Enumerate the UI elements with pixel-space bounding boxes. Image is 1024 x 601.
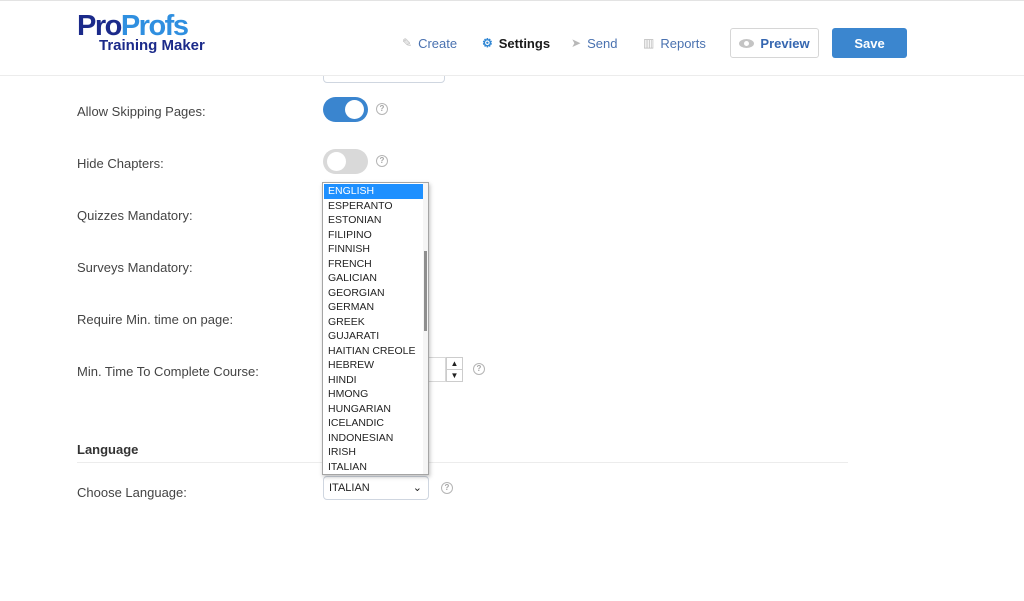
dropdown-scrollbar-thumb[interactable] (424, 251, 427, 331)
language-option[interactable]: FINNISH (324, 242, 426, 257)
gear-icon: ⚙ (482, 36, 493, 50)
nav-send-label: Send (587, 35, 618, 51)
language-option[interactable]: HINDI (324, 373, 426, 388)
chevron-down-icon: ⌄ (412, 482, 422, 494)
hide-chapters-toggle[interactable] (323, 149, 368, 174)
min-time-complete-label: Min. Time To Complete Course: (77, 364, 259, 379)
logo-subtitle: Training Maker (99, 37, 205, 54)
dropdown-scrollbar[interactable] (423, 183, 428, 474)
allow-skipping-pages-label: Allow Skipping Pages: (77, 104, 206, 119)
surveys-mandatory-label: Surveys Mandatory: (77, 260, 193, 275)
language-option[interactable]: ICELANDIC (324, 416, 426, 431)
preview-label: Preview (760, 35, 810, 51)
nav-reports-label: Reports (660, 35, 706, 51)
language-option[interactable]: FILIPINO (324, 228, 426, 243)
help-icon[interactable]: ? (376, 103, 388, 115)
save-button[interactable]: Save (832, 28, 907, 58)
spinner-down-arrow-icon[interactable]: ▼ (447, 370, 462, 382)
nav-settings-label: Settings (498, 35, 551, 51)
paper-plane-icon: ➤ (571, 36, 582, 50)
help-icon[interactable]: ? (473, 363, 485, 375)
section-divider (77, 462, 848, 463)
language-option[interactable]: HAITIAN CREOLE (324, 344, 426, 359)
nav-send[interactable]: ➤ Send (571, 36, 617, 51)
language-option[interactable]: IRISH (324, 445, 426, 460)
pencil-icon: ✎ (402, 36, 413, 50)
language-option[interactable]: GERMAN (324, 300, 426, 315)
language-option[interactable]: ESPERANTO (324, 199, 426, 214)
language-option[interactable]: HUNGARIAN (324, 402, 426, 417)
language-option[interactable]: ENGLISH (324, 184, 426, 199)
nav-create[interactable]: ✎ Create (402, 36, 457, 51)
toggle-knob (327, 152, 346, 171)
language-options: ENGLISH ESPERANTO ESTONIAN FILIPINO FINNISH F… (324, 184, 426, 474)
language-dropdown-list[interactable]: ENGLISH ESPERANTO ESTONIAN FILIPINO FINNISH F… (322, 182, 429, 475)
help-icon[interactable]: ? (376, 155, 388, 167)
language-option[interactable]: ITALIAN (324, 460, 426, 475)
nav-create-label: Create (418, 35, 458, 51)
min-time-spinner[interactable]: ▲ ▼ (446, 357, 463, 382)
language-select-value: ITALIAN (329, 482, 370, 494)
language-option[interactable]: GUJARATI (324, 329, 426, 344)
quizzes-mandatory-label: Quizzes Mandatory: (77, 208, 193, 223)
spinner-up-arrow-icon[interactable]: ▲ (447, 358, 462, 370)
settings-content: Allow Skipping Pages: ? Hide Chapters: ?… (0, 0, 1024, 601)
preview-button[interactable]: Preview (730, 28, 819, 58)
choose-language-label: Choose Language: (77, 485, 187, 500)
proprofs-logo[interactable]: ProProfs Training Maker (77, 12, 207, 56)
toggle-knob (345, 100, 364, 119)
language-option[interactable]: INDONESIAN (324, 431, 426, 446)
bar-chart-icon: ▥ (643, 36, 655, 50)
allow-skipping-pages-toggle[interactable] (323, 97, 368, 122)
nav-reports[interactable]: ▥ Reports (643, 36, 706, 51)
language-option[interactable]: HMONG (324, 387, 426, 402)
eye-icon (739, 38, 755, 48)
language-option[interactable]: GALICIAN (324, 271, 426, 286)
language-option[interactable]: FRENCH (324, 257, 426, 272)
nav-settings[interactable]: ⚙ Settings (482, 36, 550, 51)
language-select[interactable]: ITALIAN ⌄ (323, 476, 429, 500)
language-section-title: Language (77, 442, 139, 457)
require-min-time-label: Require Min. time on page: (77, 312, 234, 327)
hide-chapters-label: Hide Chapters: (77, 156, 164, 171)
app-header: ProProfs Training Maker ✎ Create ⚙ Setti… (0, 1, 1024, 76)
language-option[interactable]: HEBREW (324, 358, 426, 373)
language-option[interactable]: ESTONIAN (324, 213, 426, 228)
language-option[interactable]: GEORGIAN (324, 286, 426, 301)
language-option[interactable]: GREEK (324, 315, 426, 330)
help-icon[interactable]: ? (441, 482, 453, 494)
